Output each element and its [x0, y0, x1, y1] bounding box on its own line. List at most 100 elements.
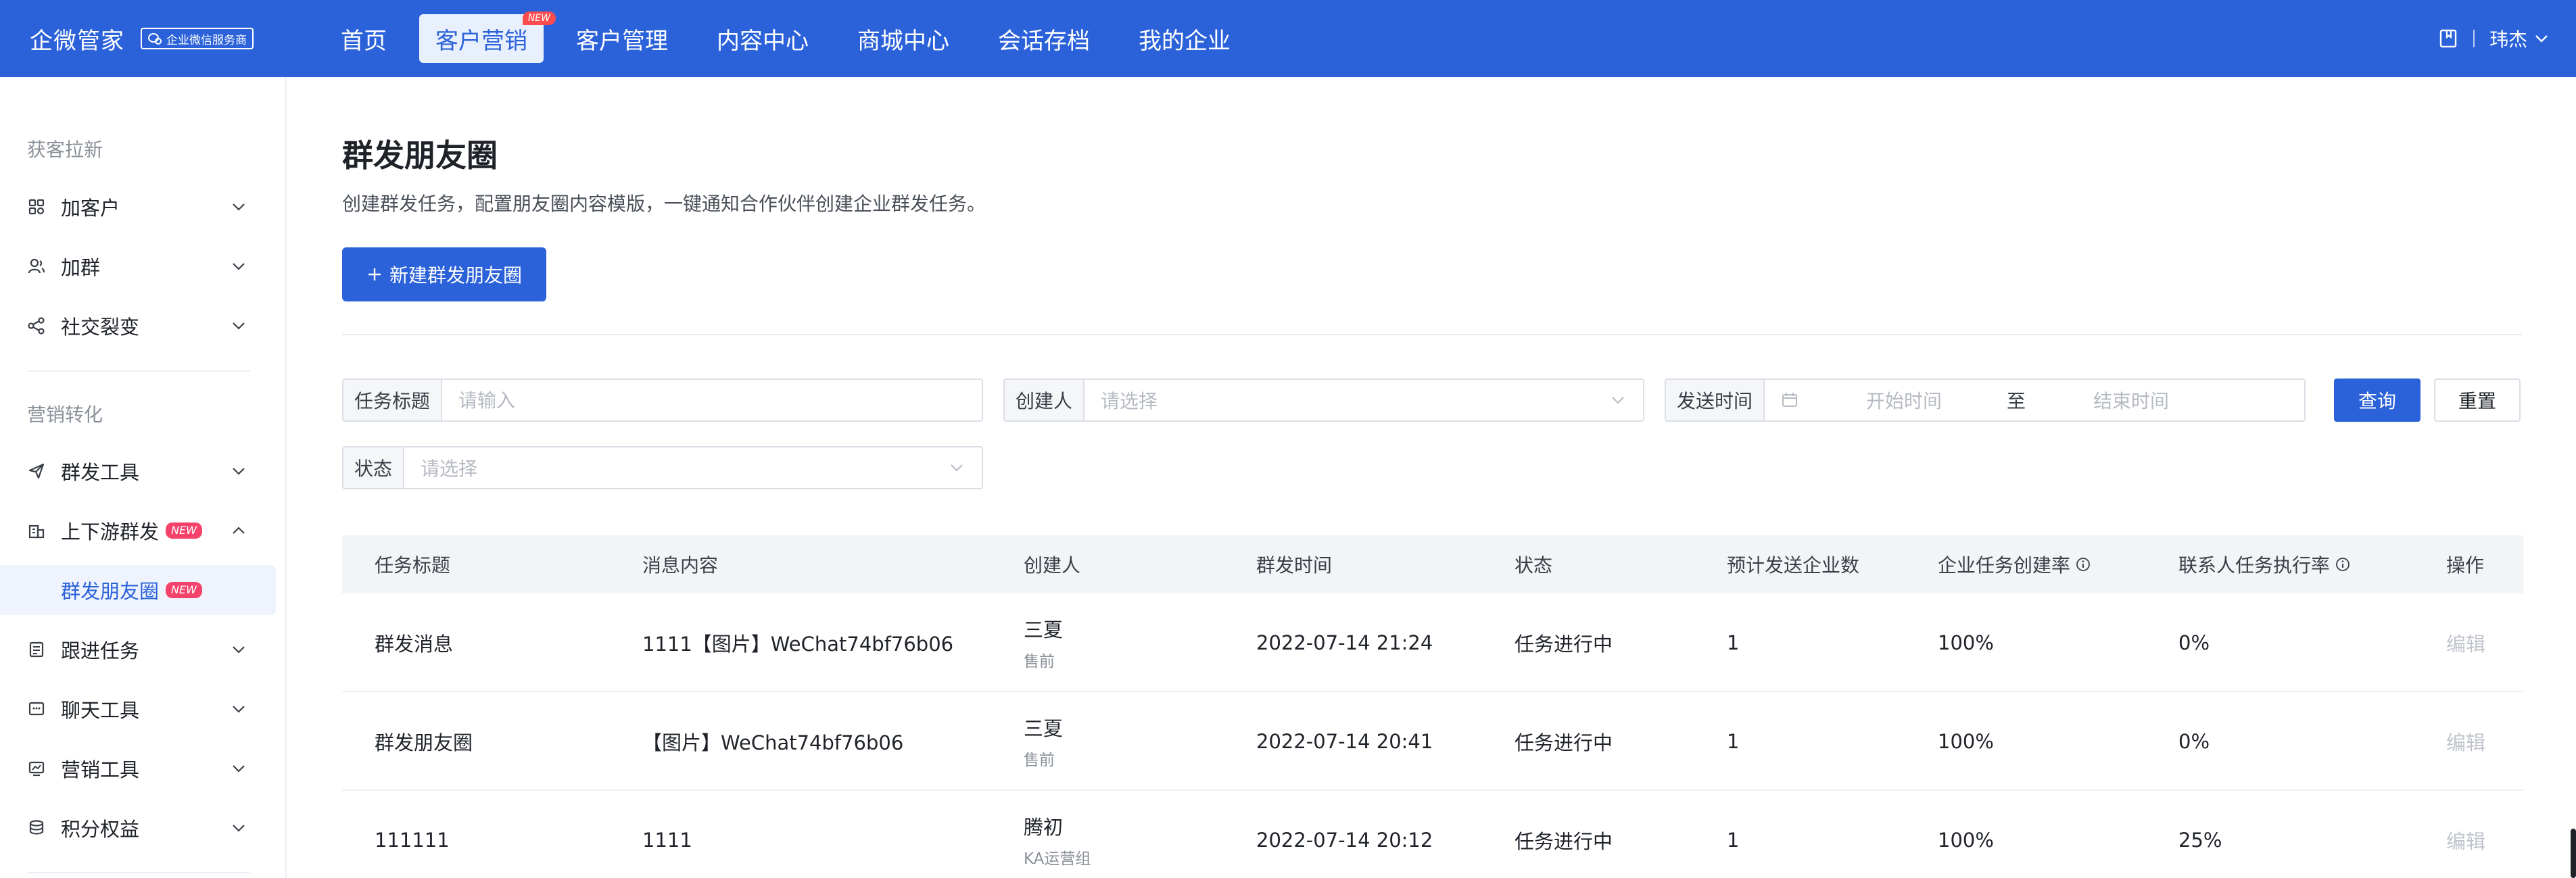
creator-dept: 售前 — [1024, 752, 1055, 769]
nav-label: 商城中心 — [857, 27, 949, 55]
new-badge: NEW — [166, 522, 202, 539]
brand[interactable]: 企微管家 企业微信服务商 — [30, 0, 254, 77]
column-header-text: 联系人任务执行率 — [2178, 554, 2331, 577]
nav-item-mall-center[interactable]: 商城中心 — [841, 14, 965, 63]
task-title-input[interactable] — [442, 380, 982, 420]
cell-count: 1 — [1727, 730, 1740, 753]
create-moments-button[interactable]: 新建群发朋友圈 — [342, 247, 546, 301]
sidebar-item-mass-send-tools[interactable]: 群发工具 — [0, 446, 276, 496]
sidebar-item-social-fission[interactable]: 社交裂变 — [0, 301, 276, 351]
cell-create-rate: 100% — [1938, 631, 1994, 654]
sidebar-item-marketing-tools[interactable]: 营销工具 — [0, 743, 276, 794]
sidebar-item-label: 跟进任务 — [61, 639, 140, 662]
nav-item-content-center[interactable]: 内容中心 — [700, 14, 825, 63]
sidebar-item-label: 上下游群发 — [61, 520, 160, 543]
cell-count: 1 — [1727, 829, 1740, 852]
create-button-label: 新建群发朋友圈 — [389, 264, 522, 287]
page-title: 群发朋友圈 — [342, 137, 498, 174]
chevron-down-icon[interactable] — [2534, 34, 2549, 43]
chevron-down-icon — [951, 464, 963, 472]
sidebar-item-chat-tools[interactable]: 聊天工具 — [0, 684, 276, 734]
task-icon — [27, 640, 46, 659]
creator-dept: 售前 — [1024, 653, 1055, 670]
send-time-label: 发送时间 — [1666, 380, 1765, 420]
send-time-range: 发送时间 开始时间 至 结束时间 — [1665, 379, 2306, 422]
tasks-table: 任务标题 消息内容 创建人 群发时间 状态 预计发送企业数 企业任务创建率 联系… — [342, 535, 2523, 878]
new-badge: NEW — [166, 582, 202, 598]
top-nav-bar: 企微管家 企业微信服务商 首页 客户营销 NEW 客户管理 内容中心 商城中心 … — [0, 0, 2576, 77]
cell-content: 1111 — [642, 829, 692, 852]
sidebar-item-label: 加客户 — [61, 197, 120, 220]
cell-time: 2022-07-14 21:24 — [1256, 631, 1433, 654]
chevron-down-icon — [233, 203, 245, 211]
nav-item-my-enterprise[interactable]: 我的企业 — [1122, 14, 1247, 63]
main-nav: 首页 客户营销 NEW 客户管理 内容中心 商城中心 会话存档 我的企业 — [325, 0, 1263, 77]
end-time-input[interactable]: 结束时间 — [2093, 387, 2169, 414]
cell-time: 2022-07-14 20:41 — [1256, 730, 1433, 753]
chevron-down-icon — [233, 646, 245, 654]
cell-count: 1 — [1727, 631, 1740, 654]
divider — [2473, 30, 2475, 47]
edit-link[interactable]: 编辑 — [2446, 692, 2485, 791]
edit-link[interactable]: 编辑 — [2446, 593, 2485, 692]
cell-title: 111111 — [375, 829, 450, 852]
info-icon[interactable] — [2335, 557, 2350, 572]
cell-content: 【图片】WeChat74bf76b06 — [642, 731, 904, 754]
sidebar-item-label: 营销工具 — [61, 758, 140, 781]
page-description: 创建群发任务，配置朋友圈内容模版，一键通知合作伙伴创建企业群发任务。 — [342, 193, 986, 215]
sidebar-section-conversion: 营销转化 — [27, 404, 103, 426]
column-header: 任务标题 — [375, 554, 451, 577]
nav-item-chat-archive[interactable]: 会话存档 — [982, 14, 1106, 63]
sidebar-item-upstream-downstream[interactable]: 上下游群发 NEW — [0, 506, 276, 556]
query-button[interactable]: 查询 — [2334, 379, 2420, 422]
creator-select[interactable]: 创建人 请选择 — [1003, 379, 1644, 422]
chevron-down-icon — [1612, 397, 1624, 404]
brand-badge: 企业微信服务商 — [141, 28, 254, 49]
chevron-up-icon — [233, 527, 245, 534]
nav-item-customer-management[interactable]: 客户管理 — [560, 14, 684, 63]
sidebar: 获客拉新 加客户 加群 社交裂变 营销转化 群发工具 上下游群发 NEW 群发朋… — [0, 77, 287, 878]
status-placeholder: 请选择 — [421, 458, 478, 480]
sidebar-item-follow-up-tasks[interactable]: 跟进任务 — [0, 625, 276, 675]
scrollbar-thumb[interactable] — [2571, 829, 2576, 878]
reset-button[interactable]: 重置 — [2434, 379, 2521, 422]
cell-title: 群发朋友圈 — [375, 731, 473, 754]
sidebar-divider — [27, 872, 250, 873]
info-icon[interactable] — [2076, 557, 2091, 572]
sidebar-item-label: 群发工具 — [61, 461, 140, 484]
sidebar-item-add-customer[interactable]: 加客户 — [0, 182, 276, 232]
cell-time: 2022-07-14 20:12 — [1256, 829, 1433, 852]
edit-link[interactable]: 编辑 — [2446, 791, 2485, 878]
creator-name: 三夏 — [1024, 717, 1064, 740]
creator-label: 创建人 — [1005, 380, 1085, 420]
sidebar-item-label: 聊天工具 — [61, 699, 140, 722]
sidebar-item-add-group[interactable]: 加群 — [0, 241, 276, 291]
cell-status: 任务进行中 — [1514, 830, 1613, 853]
building-icon — [27, 521, 46, 540]
chart-icon — [27, 759, 46, 778]
cell-creator: 三夏 售前 — [1024, 692, 1063, 791]
sidebar-item-moments-mass-send[interactable]: 群发朋友圈 NEW — [0, 565, 276, 615]
column-header: 状态 — [1514, 554, 1553, 577]
column-header: 消息内容 — [642, 554, 719, 577]
creator-placeholder: 请选择 — [1101, 390, 1158, 412]
sidebar-item-points-rights[interactable]: 积分权益 — [0, 803, 276, 853]
sidebar-item-label: 加群 — [61, 256, 101, 279]
user-name[interactable]: 玮杰 — [2489, 25, 2527, 52]
nav-label: 会话存档 — [998, 27, 1090, 55]
status-select[interactable]: 状态 请选择 — [342, 446, 983, 489]
column-header-exec-rate: 联系人任务执行率 — [2178, 535, 2350, 593]
cell-title: 群发消息 — [375, 633, 454, 656]
column-header-create-rate: 企业任务创建率 — [1938, 535, 2091, 593]
nav-item-home[interactable]: 首页 — [325, 14, 403, 63]
sidebar-divider — [27, 370, 250, 372]
table-row: 群发朋友圈 【图片】WeChat74bf76b06 三夏 售前 2022-07-… — [342, 692, 2523, 791]
top-right-area: 玮杰 — [2438, 0, 2549, 77]
cell-content: 1111【图片】WeChat74bf76b06 — [642, 633, 954, 656]
nav-label: 内容中心 — [717, 27, 809, 55]
table-row: 111111 1111 腾初 KA运营组 2022-07-14 20:12 任务… — [342, 791, 2523, 878]
nav-item-customer-marketing[interactable]: 客户营销 NEW — [419, 11, 556, 63]
start-time-input[interactable]: 开始时间 — [1866, 387, 1942, 414]
book-icon[interactable] — [2438, 28, 2458, 49]
grid-icon — [27, 197, 46, 216]
